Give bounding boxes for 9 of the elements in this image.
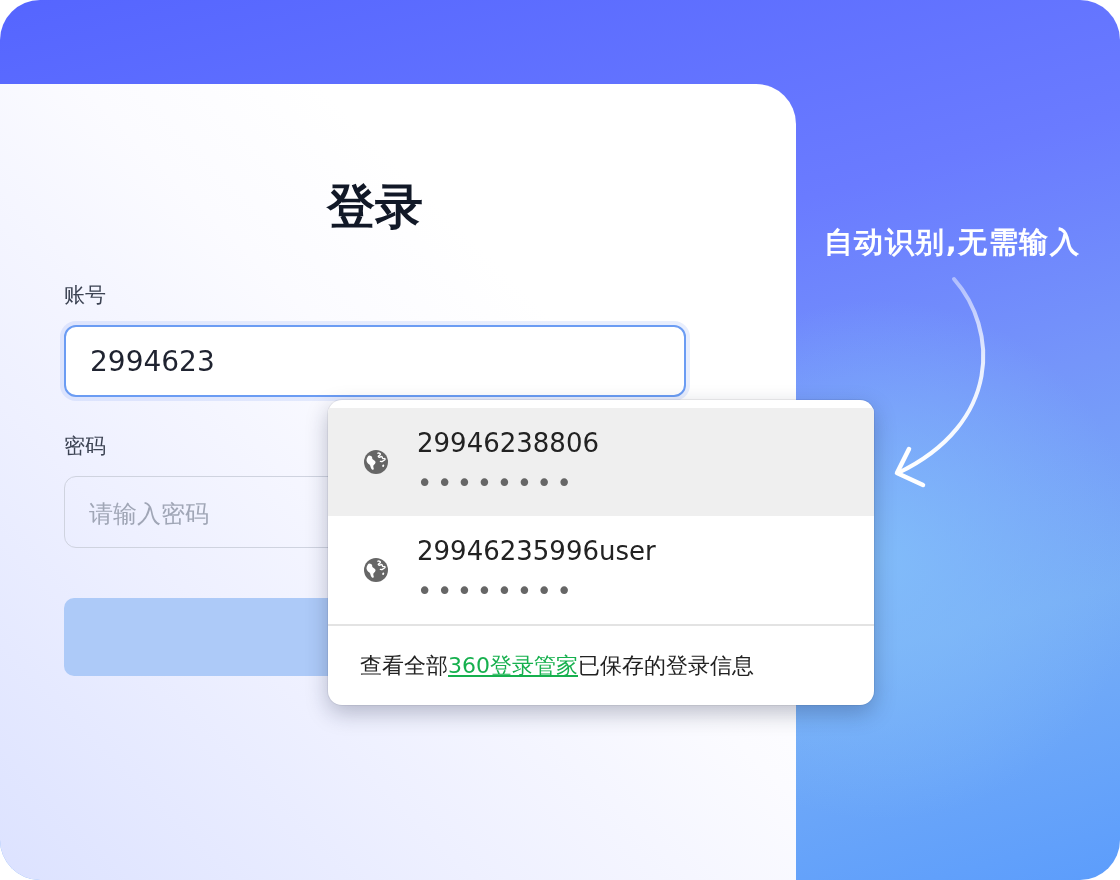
page-title: 登录 <box>327 177 423 236</box>
hint-text: 自动识别,无需输入 <box>823 224 1081 261</box>
field-label: 密码 <box>64 433 106 460</box>
username-text: 29946238806 <box>417 427 599 460</box>
footer-text: 查看全部360登录管家已保存的登录信息 <box>328 626 874 705</box>
field-label: 账号 <box>64 282 106 309</box>
username-text: 29946235996user <box>417 535 656 568</box>
password-mask: •••••••• <box>417 576 577 606</box>
password-mask: •••••••• <box>417 468 577 498</box>
